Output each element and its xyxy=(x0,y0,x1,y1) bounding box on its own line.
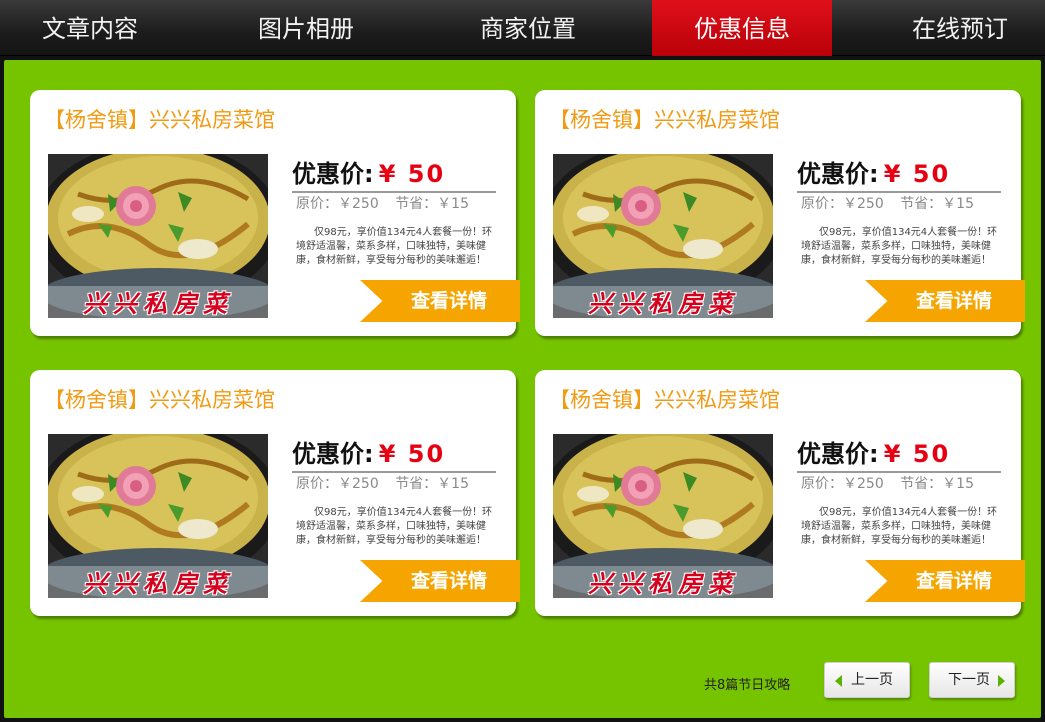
prev-page-button[interactable]: 上一页 xyxy=(824,662,910,698)
next-page-button[interactable]: 下一页 xyxy=(929,662,1015,698)
price-value: ¥ 50 xyxy=(883,440,951,468)
saving: 节省：￥15 xyxy=(900,476,975,492)
deal-price: 优惠价: ¥ 50 xyxy=(797,434,1001,473)
deal-description: 仅98元，享价值134元4人套餐一份！环境舒适温馨，菜系多样，口味独特，美味健康… xyxy=(801,507,998,546)
price-value: ¥ 50 xyxy=(378,160,446,188)
saving: 节省：￥15 xyxy=(900,196,975,212)
dish-photo[interactable]: 兴兴私房菜 xyxy=(553,154,773,318)
deal-title[interactable]: 【杨舍镇】兴兴私房菜馆 xyxy=(44,384,275,414)
deal-description: 仅98元，享价值134元4人套餐一份！环境舒适温馨，菜系多样，口味独特，美味健康… xyxy=(801,227,998,266)
chevron-left-icon xyxy=(835,675,842,687)
deal-price: 优惠价: ¥ 50 xyxy=(797,154,1001,193)
pager-info: 共8篇节日攻略 xyxy=(704,678,791,693)
original-price-row: 原价：￥250 节省：￥15 xyxy=(296,193,481,213)
nav-tab-article[interactable]: 文章内容 xyxy=(0,0,180,56)
deal-price: 优惠价: ¥ 50 xyxy=(292,434,496,473)
dish-caption: 兴兴私房菜 xyxy=(588,289,738,318)
price-label: 优惠价: xyxy=(797,440,879,468)
price-label: 优惠价: xyxy=(797,160,879,188)
deal-title[interactable]: 【杨舍镇】兴兴私房菜馆 xyxy=(549,104,780,134)
deal-card: 【杨舍镇】兴兴私房菜馆 兴兴私房菜 优惠价: ¥ 50 原价：￥250 节省：￥… xyxy=(30,90,520,336)
original-price-row: 原价：￥250 节省：￥15 xyxy=(296,473,481,493)
dish-photo[interactable]: 兴兴私房菜 xyxy=(48,154,268,318)
saving: 节省：￥15 xyxy=(395,196,470,212)
view-details-button[interactable]: 查看详情 xyxy=(865,560,1025,602)
view-details-button[interactable]: 查看详情 xyxy=(360,560,520,602)
nav-tab-location[interactable]: 商家位置 xyxy=(438,0,618,56)
original-price-row: 原价：￥250 节省：￥15 xyxy=(801,473,986,493)
view-details-button[interactable]: 查看详情 xyxy=(360,280,520,322)
deal-description: 仅98元，享价值134元4人套餐一份！环境舒适温馨，菜系多样，口味独特，美味健康… xyxy=(296,227,493,266)
original-price: 原价：￥250 xyxy=(296,196,379,212)
deal-card: 【杨舍镇】兴兴私房菜馆 兴兴私房菜 优惠价: ¥ 50 原价：￥250 节省：￥… xyxy=(30,370,520,616)
prev-page-label: 上一页 xyxy=(851,672,893,688)
deal-title[interactable]: 【杨舍镇】兴兴私房菜馆 xyxy=(44,104,275,134)
deal-card: 【杨舍镇】兴兴私房菜馆 兴兴私房菜 优惠价: ¥ 50 原价：￥250 节省：￥… xyxy=(535,370,1025,616)
original-price: 原价：￥250 xyxy=(801,196,884,212)
price-label: 优惠价: xyxy=(292,440,374,468)
nav-tab-booking[interactable]: 在线预订 xyxy=(870,0,1045,56)
deal-description: 仅98元，享价值134元4人套餐一份！环境舒适温馨，菜系多样，口味独特，美味健康… xyxy=(296,507,493,546)
dish-photo[interactable]: 兴兴私房菜 xyxy=(48,434,268,598)
dish-photo[interactable]: 兴兴私房菜 xyxy=(553,434,773,598)
original-price: 原价：￥250 xyxy=(296,476,379,492)
price-value: ¥ 50 xyxy=(378,440,446,468)
deal-price: 优惠价: ¥ 50 xyxy=(292,154,496,193)
saving: 节省：￥15 xyxy=(395,476,470,492)
original-price-row: 原价：￥250 节省：￥15 xyxy=(801,193,986,213)
view-details-button[interactable]: 查看详情 xyxy=(865,280,1025,322)
deals-panel: 【杨舍镇】兴兴私房菜馆 兴兴私房菜 优惠价: ¥ 50 原价：￥250 节省：￥… xyxy=(4,60,1041,718)
original-price: 原价：￥250 xyxy=(801,476,884,492)
dish-caption: 兴兴私房菜 xyxy=(83,289,233,318)
price-label: 优惠价: xyxy=(292,160,374,188)
nav-tab-gallery[interactable]: 图片相册 xyxy=(216,0,396,56)
top-navigation: 文章内容 图片相册 商家位置 优惠信息 在线预订 xyxy=(0,0,1045,56)
chevron-right-icon xyxy=(998,675,1005,687)
deal-card: 【杨舍镇】兴兴私房菜馆 兴兴私房菜 优惠价: ¥ 50 原价：￥250 节省：￥… xyxy=(535,90,1025,336)
dish-caption: 兴兴私房菜 xyxy=(588,569,738,598)
price-value: ¥ 50 xyxy=(883,160,951,188)
next-page-label: 下一页 xyxy=(948,672,990,688)
dish-caption: 兴兴私房菜 xyxy=(83,569,233,598)
deal-title[interactable]: 【杨舍镇】兴兴私房菜馆 xyxy=(549,384,780,414)
nav-tab-deals[interactable]: 优惠信息 xyxy=(652,0,832,56)
